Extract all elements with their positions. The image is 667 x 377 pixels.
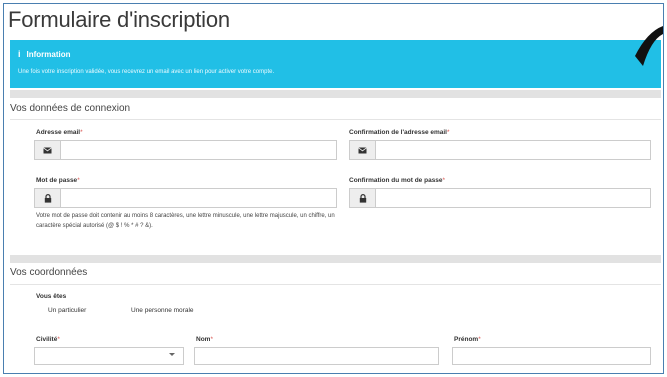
email-input[interactable] [61,141,336,159]
email-confirm-input[interactable] [376,141,650,159]
email-label: Adresse email* [36,129,83,136]
password-input[interactable] [61,189,336,207]
info-banner: i Information Une fois votre inscription… [10,40,661,88]
option-particulier[interactable]: Un particulier [48,307,86,314]
email-confirm-field-group [349,140,651,160]
info-text: Une fois votre inscription validée, vous… [18,69,275,75]
password-confirm-input[interactable] [376,189,650,207]
email-field-group [34,140,337,160]
nom-label: Nom* [196,336,213,343]
page-title: Formulaire d'inscription [8,7,230,32]
password-confirm-label: Confirmation du mot de passe* [349,177,446,184]
section-title-connexion: Vos données de connexion [10,103,131,114]
prenom-input[interactable] [452,347,651,365]
civilite-select[interactable] [34,347,184,365]
section-title-coordonnees: Vos coordonnées [10,267,88,278]
prenom-label: Prénom* [454,336,481,343]
envelope-icon [350,141,376,159]
option-personne-morale[interactable]: Une personne morale [131,307,194,314]
nom-input[interactable] [194,347,439,365]
envelope-icon [35,141,61,159]
vous-etes-label: Vous êtes [36,293,67,300]
section-separator [10,255,661,263]
section-rule [10,284,661,285]
corner-swoosh-decoration [635,26,663,66]
registration-form: Formulaire d'inscription i Information U… [3,3,664,374]
section-separator [10,90,661,98]
password-label: Mot de passe* [36,177,80,184]
lock-icon [35,189,61,207]
password-confirm-field-group [349,188,651,208]
info-icon: i [18,49,21,59]
password-field-group [34,188,337,208]
lock-icon [350,189,376,207]
civilite-label: Civilité* [36,336,60,343]
section-rule [10,119,661,120]
info-heading-text: Information [26,49,71,59]
info-heading: i Information [18,49,71,59]
chevron-down-icon [169,353,175,356]
email-confirm-label: Confirmation de l'adresse email* [349,129,450,136]
password-hint: Votre mot de passe doit contenir au moin… [36,213,335,229]
